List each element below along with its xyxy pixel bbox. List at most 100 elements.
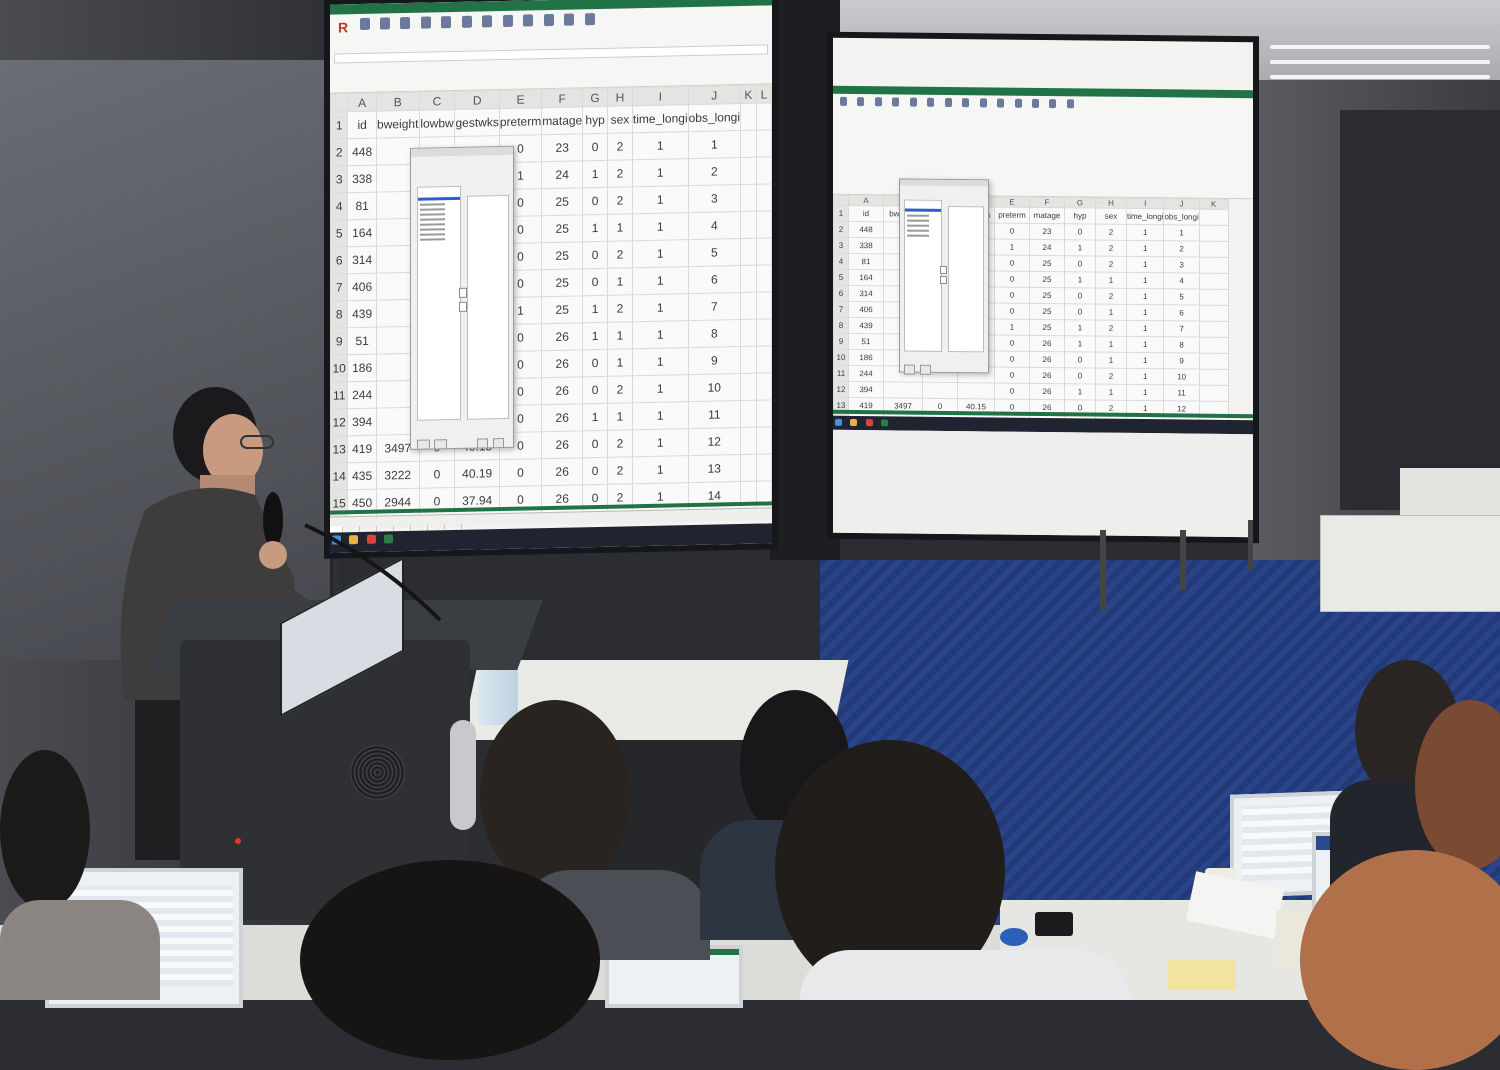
row-header[interactable]: 9 (330, 327, 348, 356)
table-cell[interactable]: 0 (582, 187, 608, 215)
table-cell[interactable]: 0 (1064, 287, 1096, 305)
empty-cell[interactable] (740, 103, 757, 131)
table-cell[interactable]: 419 (347, 435, 377, 463)
empty-cell[interactable] (740, 346, 757, 374)
table-cell[interactable]: 338 (848, 237, 884, 254)
empty-cell[interactable] (740, 292, 757, 320)
row-header[interactable]: 4 (330, 192, 348, 221)
table-cell[interactable]: 314 (848, 285, 884, 302)
empty-cell[interactable] (1199, 385, 1229, 402)
list-item[interactable] (420, 208, 446, 211)
table-cell[interactable]: 1 (994, 318, 1030, 336)
table-cell[interactable]: 26 (541, 322, 583, 351)
table-cell[interactable]: 23 (541, 133, 583, 162)
table-cell[interactable]: 26 (1029, 335, 1065, 352)
table-cell[interactable]: 2 (1095, 224, 1127, 241)
column-header[interactable]: F (541, 88, 583, 108)
header-cell[interactable]: id (347, 111, 377, 139)
row-header[interactable]: 1 (833, 205, 849, 222)
table-cell[interactable]: 3222 (376, 461, 420, 490)
list-item[interactable] (420, 218, 446, 221)
empty-cell[interactable] (1199, 241, 1229, 258)
toolbar-icon[interactable] (584, 13, 595, 26)
table-cell[interactable]: 51 (848, 333, 884, 350)
table-cell[interactable]: 1 (1126, 272, 1164, 289)
table-cell[interactable]: 1 (1095, 352, 1127, 369)
row-header[interactable]: 7 (833, 301, 849, 318)
table-cell[interactable]: 1 (582, 322, 608, 350)
empty-cell[interactable] (1199, 289, 1229, 306)
header-cell[interactable]: gestwks (454, 108, 500, 137)
folder-icon[interactable] (850, 418, 858, 427)
table-cell[interactable] (922, 382, 958, 399)
row-header[interactable]: 4 (833, 253, 849, 270)
table-cell[interactable]: 0 (994, 334, 1030, 352)
table-cell[interactable]: 1 (607, 402, 633, 431)
table-cell[interactable]: 25 (1029, 303, 1065, 320)
table-cell[interactable]: 6 (688, 265, 741, 294)
column-header[interactable]: F (1029, 197, 1065, 208)
table-cell[interactable]: 0 (582, 376, 608, 404)
move-right-button[interactable] (459, 287, 467, 298)
table-cell[interactable]: 1 (1064, 239, 1096, 257)
table-cell[interactable]: 435 (347, 462, 377, 490)
variable-dialog[interactable] (899, 178, 989, 375)
table-cell[interactable] (957, 382, 995, 399)
table-cell[interactable]: 3 (1163, 256, 1200, 274)
table-cell[interactable]: 1 (632, 239, 689, 268)
table-cell[interactable]: 25 (1029, 271, 1065, 288)
table-cell[interactable]: 244 (848, 365, 884, 382)
table-cell[interactable]: 1 (632, 401, 689, 430)
toolbar-icon[interactable] (927, 97, 935, 107)
empty-cell[interactable] (740, 427, 757, 455)
column-header[interactable]: K (1199, 199, 1229, 210)
table-cell[interactable]: 1 (607, 267, 633, 296)
table-cell[interactable]: 1 (1126, 304, 1164, 321)
list-item[interactable] (420, 223, 446, 226)
toolbar-icon[interactable] (1031, 98, 1039, 108)
empty-cell[interactable] (1199, 209, 1229, 226)
table-cell[interactable]: 1 (632, 455, 689, 484)
browser-icon[interactable] (865, 419, 873, 427)
table-cell[interactable]: 0 (582, 457, 608, 485)
table-cell[interactable]: 81 (347, 192, 377, 220)
row-header[interactable]: 8 (330, 300, 348, 329)
table-cell[interactable]: 8 (1163, 336, 1200, 354)
empty-cell[interactable] (1199, 369, 1229, 386)
column-header[interactable]: A (848, 195, 884, 206)
empty-cell[interactable] (1199, 337, 1229, 354)
list-item[interactable] (907, 224, 929, 227)
table-cell[interactable]: 0 (582, 241, 608, 269)
table-cell[interactable]: 40.19 (454, 459, 500, 488)
toolbar-icon[interactable] (944, 97, 952, 108)
table-cell[interactable]: 1 (632, 131, 689, 160)
toolbar-icon[interactable] (482, 15, 493, 28)
empty-cell[interactable] (756, 264, 772, 293)
table-cell[interactable]: 1 (607, 348, 633, 377)
table-cell[interactable]: 439 (848, 317, 884, 334)
row-header[interactable]: 5 (330, 219, 348, 248)
spreadsheet-grid[interactable]: A B C D E F G H I J K L 1 id bweight lowbw g… (330, 84, 772, 518)
table-cell[interactable]: 24 (1029, 239, 1065, 256)
row-header[interactable]: 1 (330, 111, 348, 140)
ok-button[interactable] (477, 438, 489, 449)
toolbar-icon[interactable] (380, 17, 391, 30)
table-cell[interactable]: 2 (607, 294, 633, 323)
table-cell[interactable]: 3 (688, 184, 741, 213)
table-cell[interactable]: 1 (1126, 352, 1164, 369)
table-cell[interactable]: 1 (582, 403, 608, 431)
table-cell[interactable]: 26 (1029, 367, 1065, 384)
table-cell[interactable]: 1 (632, 293, 689, 322)
table-cell[interactable]: 0 (994, 350, 1030, 368)
table-cell[interactable]: 406 (347, 273, 377, 301)
row-header[interactable]: 3 (833, 237, 849, 254)
row-header[interactable]: 6 (330, 246, 348, 275)
toolbar-icon[interactable] (420, 16, 431, 29)
column-header[interactable]: E (994, 196, 1030, 208)
empty-cell[interactable] (756, 102, 772, 131)
table-cell[interactable]: 2 (1095, 288, 1127, 305)
table-cell[interactable]: 23 (1029, 223, 1065, 240)
table-cell[interactable]: 0 (582, 133, 608, 161)
toolbar-icon[interactable] (909, 97, 917, 107)
empty-cell[interactable] (1199, 225, 1229, 242)
